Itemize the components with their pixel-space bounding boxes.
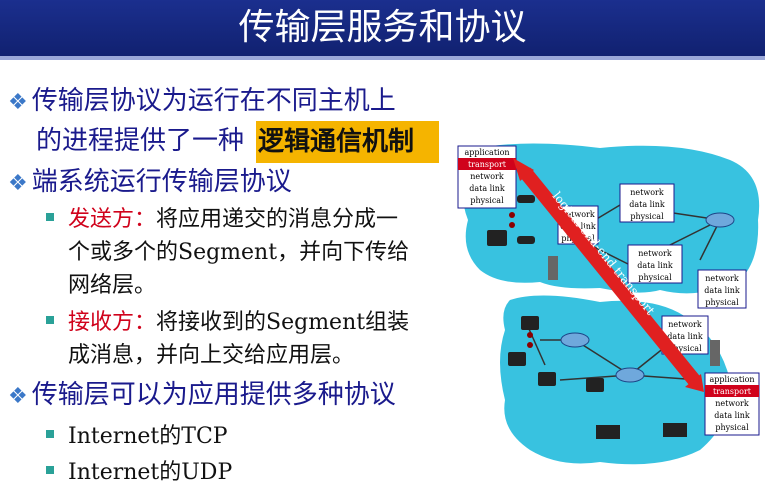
svg-text:data link: data link: [667, 332, 703, 341]
protocol-stack-router-1: network data link physical: [619, 183, 675, 223]
svg-text:physical: physical: [470, 196, 504, 205]
sender-label: 发送方：: [68, 207, 157, 232]
square-bullet-icon: [46, 316, 54, 324]
network-diagram: application transport network data link …: [457, 143, 760, 465]
sub-bullet-udp: Internet的UDP: [46, 458, 232, 488]
square-bullet-icon: [46, 213, 54, 221]
receiver-line-1: 接收方：将接收到的Segment组装: [46, 308, 409, 338]
svg-text:physical: physical: [630, 212, 664, 221]
sub-bullet-tcp-text: Internet的TCP: [68, 424, 228, 449]
svg-text:data link: data link: [704, 286, 740, 295]
protocol-stack-router-4: network data link physical: [697, 269, 747, 309]
diamond-bullet-icon: ❖: [8, 384, 28, 409]
sub-bullet-udp-text: Internet的UDP: [68, 460, 233, 485]
receiver-text-1: 将接收到的Segment组装: [156, 310, 410, 335]
bullet-2-text: 端系统运行传输层协议: [31, 167, 292, 197]
svg-text:data link: data link: [714, 411, 750, 420]
square-bullet-icon: [46, 430, 54, 438]
svg-text:physical: physical: [715, 423, 749, 432]
svg-text:application: application: [464, 148, 509, 157]
svg-text:physical: physical: [638, 273, 672, 282]
diamond-bullet-icon: ❖: [8, 90, 28, 115]
svg-text:application: application: [709, 375, 754, 384]
svg-text:network: network: [630, 188, 664, 197]
bullet-3-text: 传输层可以为应用提供多种协议: [31, 380, 396, 410]
square-bullet-icon: [46, 466, 54, 474]
receiver-label: 接收方：: [68, 310, 157, 335]
svg-text:transport: transport: [468, 160, 507, 169]
svg-text:network: network: [668, 320, 702, 329]
highlight-text: 逻辑通信机制: [258, 127, 415, 157]
title-stripe: [0, 56, 765, 60]
svg-text:network: network: [705, 274, 739, 283]
sender-line-1: 发送方：将应用递交的消息分成一: [46, 205, 398, 235]
protocol-stack-sender: application transport network data link …: [457, 145, 517, 209]
svg-text:network: network: [638, 249, 672, 258]
sender-text-1: 将应用递交的消息分成一: [156, 207, 399, 232]
diamond-bullet-icon: ❖: [8, 171, 28, 196]
bullet-2: ❖ 端系统运行传输层协议: [8, 165, 292, 201]
svg-text:network: network: [470, 172, 504, 181]
svg-text:data link: data link: [469, 184, 505, 193]
receiver-line-2: 成消息，并向上交给应用层。: [68, 343, 355, 368]
protocol-stack-receiver: application transport network data link …: [704, 372, 760, 436]
sub-bullet-tcp: Internet的TCP: [46, 422, 228, 452]
protocol-stack-router-3: network data link physical: [627, 244, 683, 284]
bullet-1-text: 传输层协议为运行在不同主机上: [31, 86, 396, 116]
bullet-1: ❖ 传输层协议为运行在不同主机上: [8, 84, 396, 120]
svg-text:data link: data link: [629, 200, 665, 209]
sender-line-2: 个或多个的Segment，并向下传给: [68, 240, 410, 265]
svg-text:data link: data link: [637, 261, 673, 270]
title-bar: 传输层服务和协议: [0, 0, 765, 60]
svg-text:transport: transport: [713, 387, 752, 396]
svg-text:network: network: [715, 399, 749, 408]
svg-text:physical: physical: [705, 298, 739, 307]
page-title: 传输层服务和协议: [238, 7, 527, 48]
bullet-3: ❖ 传输层可以为应用提供多种协议: [8, 378, 396, 414]
bullet-1-line2: 的进程提供了一种: [36, 126, 245, 156]
sender-line-3: 网络层。: [68, 273, 157, 298]
